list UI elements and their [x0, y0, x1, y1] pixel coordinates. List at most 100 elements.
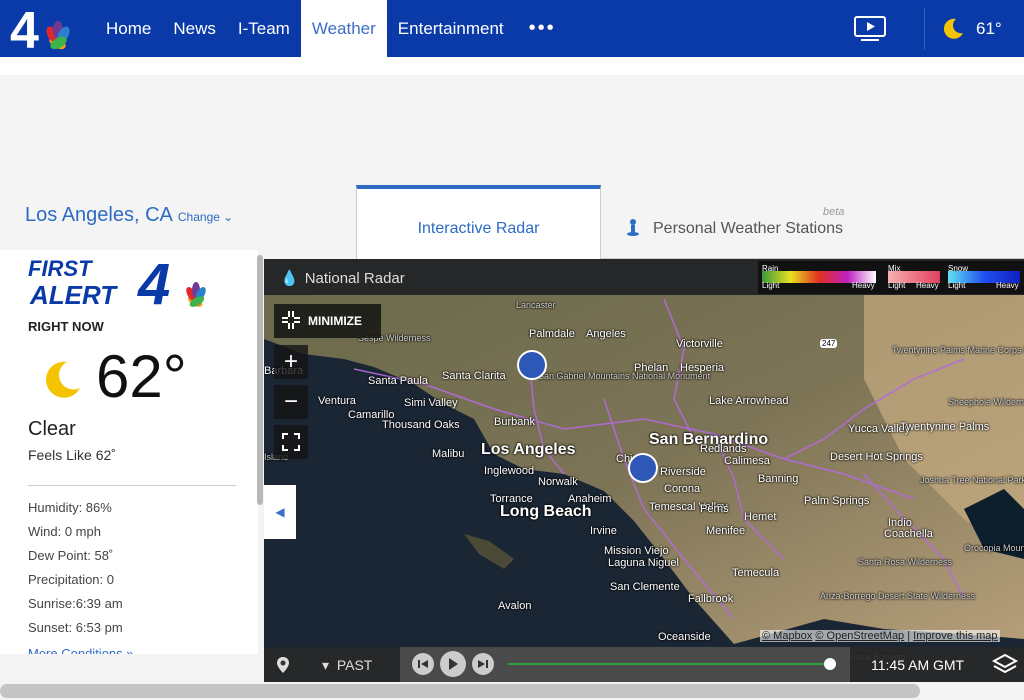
moon-icon	[943, 18, 963, 39]
skip-forward-icon	[478, 660, 488, 668]
location-header: Los Angeles, CA Change ⌄	[25, 204, 233, 227]
legend-rain-light: Light	[762, 281, 780, 290]
map-place-label: Coachella	[884, 528, 933, 540]
nav-news[interactable]: News	[162, 0, 227, 57]
map-place-label: Simi Valley	[404, 397, 458, 409]
layers-button[interactable]	[990, 651, 1020, 679]
moon-icon	[46, 361, 80, 398]
improve-map-link[interactable]: Improve this map	[913, 630, 997, 642]
current-temperature: 62°	[96, 343, 187, 410]
location-name: Los Angeles, CA	[25, 204, 173, 226]
nav-weather-widget[interactable]: 61°	[940, 14, 1002, 44]
timeline-track[interactable]	[508, 663, 830, 665]
map-place-label: Laguna Niguel	[608, 557, 679, 569]
collapse-panel-button[interactable]: ◀	[264, 485, 296, 539]
osm-link[interactable]: © OpenStreetMap	[815, 630, 904, 642]
map-place-label: Santa Clarita	[442, 370, 506, 382]
map-place-label: Santa Paula	[368, 375, 428, 387]
skip-back-button[interactable]	[412, 653, 434, 675]
sunset: Sunset: 6:53 pm	[28, 620, 123, 635]
tab-interactive-radar[interactable]: Interactive Radar	[356, 185, 601, 259]
minimize-button[interactable]: MINIMIZE	[274, 304, 381, 338]
svg-text:4: 4	[10, 4, 39, 54]
sidebar-scrollbar[interactable]	[257, 255, 263, 505]
legend-snow-light: Light	[948, 281, 966, 290]
location-pin-icon[interactable]	[276, 656, 290, 674]
map-place-label: Lancaster	[516, 300, 556, 310]
map-footer: ▾ PAST 11:45 AM GMT	[264, 647, 1024, 682]
map-header: 💧 National Radar Rain Light Heavy Mix Lig…	[264, 259, 1024, 295]
svg-text:ALERT: ALERT	[29, 280, 118, 310]
nav-entertainment[interactable]: Entertainment	[387, 0, 515, 57]
play-icon	[449, 658, 458, 670]
nav-weather[interactable]: Weather	[300, 0, 387, 57]
nbc4-logo[interactable]: 4	[10, 2, 80, 60]
nav-home[interactable]: Home	[95, 0, 162, 57]
minimize-icon	[280, 309, 302, 334]
chevron-down-icon: ⌄	[223, 210, 234, 224]
fullscreen-button[interactable]	[274, 425, 308, 459]
timestamp: 11:45 AM GMT	[871, 657, 965, 673]
first-alert-logo: FIRST ALERT 4	[28, 252, 218, 317]
legend-mix-heavy: Heavy	[916, 281, 939, 290]
map-place-label: Ventura	[318, 395, 356, 407]
zoom-out-button[interactable]: −	[274, 385, 308, 419]
skip-forward-button[interactable]	[472, 653, 494, 675]
weather-station-icon	[626, 218, 640, 241]
time-range-dropdown[interactable]: ▾ PAST	[322, 657, 372, 674]
radar-station-pin[interactable]	[517, 350, 547, 380]
weather-tabs: Interactive Radar Personal Weather Stati…	[356, 185, 1024, 259]
map-place-label: Norwalk	[538, 476, 578, 488]
divider	[28, 485, 236, 486]
map-attribution: © Mapbox © OpenStreetMap | Improve this …	[760, 630, 1000, 642]
timeline-thumb[interactable]	[824, 658, 836, 670]
radar-legend: Rain Light Heavy Mix Light Heavy Snow Li…	[758, 261, 1024, 294]
more-menu-icon[interactable]: •••	[515, 0, 570, 57]
change-location-link[interactable]: Change ⌄	[178, 210, 233, 224]
radar-map[interactable]: 💧 National Radar Rain Light Heavy Mix Lig…	[264, 259, 1024, 682]
map-place-label: Palmdale	[529, 328, 575, 340]
zoom-in-button[interactable]: +	[274, 345, 308, 379]
tab-pws-label: Personal Weather Stations	[653, 220, 844, 237]
map-place-label: Victorville	[676, 338, 723, 350]
map-place-label: San Clemente	[610, 581, 680, 593]
map-place-label: Lake Arrowhead	[709, 395, 789, 407]
layers-icon	[991, 653, 1019, 674]
map-place-label: Thousand Oaks	[382, 419, 460, 431]
map-place-label: Banning	[758, 473, 799, 485]
map-place-label: Temecula	[732, 567, 780, 579]
beta-badge: beta	[823, 206, 845, 218]
map-place-label: Phelan	[634, 362, 669, 374]
sunrise: Sunrise:6:39 am	[28, 596, 123, 611]
map-title[interactable]: 💧 National Radar	[280, 269, 405, 287]
playback-controls	[400, 647, 850, 682]
map-place-label: Mission Viejo	[604, 545, 669, 557]
map-place-label: Joshua Tree National Park	[920, 475, 1024, 485]
horizontal-scrollbar[interactable]	[0, 684, 920, 698]
map-place-label: Los Angeles	[481, 441, 576, 458]
mapbox-link[interactable]: © Mapbox	[762, 630, 812, 642]
precipitation: Precipitation: 0	[28, 572, 114, 587]
right-now-label: RIGHT NOW	[28, 319, 104, 334]
map-place-label: Menifee	[706, 525, 746, 537]
radar-station-pin[interactable]	[628, 453, 658, 483]
map-place-label: Twentynine Palms	[900, 421, 990, 433]
map-place-label: Malibu	[432, 448, 465, 460]
humidity: Humidity: 86%	[28, 500, 112, 515]
dew-point: Dew Point: 58˚	[28, 548, 114, 563]
map-place-label: Orocopia Mountains Wilderness	[964, 543, 1024, 553]
tab-personal-weather-stations[interactable]: Personal Weather Stations beta	[601, 185, 1024, 259]
map-place-label: Twentynine Palms Marine Corps Base	[892, 345, 1024, 355]
wind: Wind: 0 mph	[28, 524, 101, 539]
nav-iteam[interactable]: I-Team	[227, 0, 301, 57]
video-icon[interactable]	[853, 14, 889, 44]
chevron-left-icon: ◀	[275, 505, 285, 519]
skip-back-icon	[418, 660, 428, 668]
map-place-label: Sheephole Wilderness	[948, 397, 1024, 407]
legend-snow-heavy: Heavy	[996, 281, 1019, 290]
current-condition: Clear	[28, 418, 76, 440]
more-conditions-link[interactable]: More Conditions »	[28, 646, 134, 654]
main-nav: Home News I-Team Weather Entertainment •…	[95, 0, 570, 57]
feels-like: Feels Like 62˚	[28, 447, 116, 463]
play-button[interactable]	[440, 651, 466, 677]
